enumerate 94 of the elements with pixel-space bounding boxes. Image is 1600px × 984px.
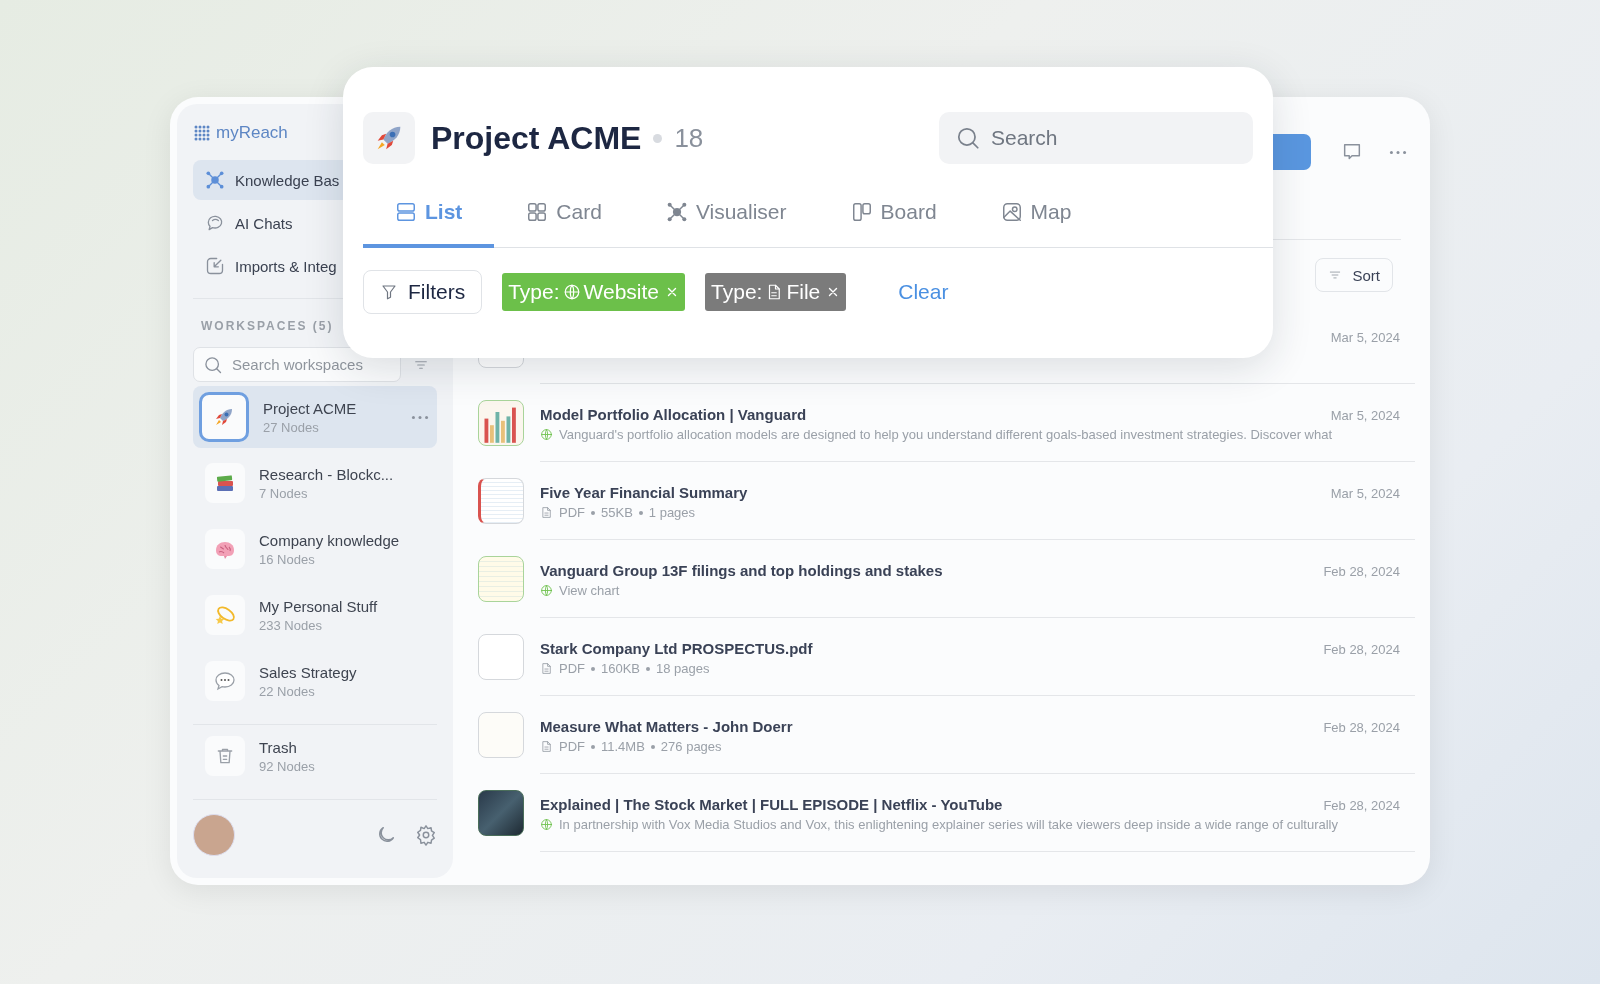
chart-thumbnail (478, 400, 524, 446)
item-date: Feb 28, 2024 (1323, 719, 1400, 735)
workspace-name: Sales Strategy (259, 663, 358, 681)
spreadsheet-thumbnail (478, 478, 524, 524)
node-count: 233 Nodes (259, 617, 323, 633)
file-icon (540, 740, 553, 753)
item-date: Mar 5, 2024 (1330, 485, 1400, 501)
separator-dot (591, 510, 595, 515)
separator-dot (591, 666, 595, 671)
node-count: 92 Nodes (259, 758, 316, 774)
globe-icon (562, 283, 581, 301)
item-date: Mar 5, 2024 (1330, 407, 1400, 423)
board-icon (850, 201, 873, 223)
more-icon (411, 414, 429, 420)
item-date: Feb 28, 2024 (1323, 641, 1400, 657)
file-meta: 160KB (601, 661, 641, 676)
item-title: Vanguard Group 13F filings and top holdings and stakes (540, 562, 943, 579)
item-date: Feb 28, 2024 (1323, 563, 1400, 579)
avatar[interactable] (193, 814, 235, 856)
workspace-item[interactable]: Company knowledge 16 Nodes (193, 518, 437, 580)
item-title: Five Year Financial Summary (540, 484, 748, 501)
table-thumbnail (478, 556, 524, 602)
workspace-item[interactable]: My Personal Stuff 233 Nodes (193, 584, 437, 646)
globe-icon (540, 584, 553, 597)
item-title: Measure What Matters - John Doerr (540, 718, 793, 735)
filter-icon (1328, 268, 1343, 282)
network-icon (205, 170, 225, 190)
view-tab[interactable]: Card (494, 180, 634, 248)
search-icon (203, 355, 223, 375)
search-icon (955, 125, 981, 151)
item-count: 18 (674, 122, 704, 154)
project-title: Project ACME (431, 119, 642, 157)
workspace-item[interactable]: Research - Blockc... 7 Nodes (193, 452, 437, 514)
item-date: Feb 28, 2024 (1323, 797, 1400, 813)
photo-placeholder (478, 790, 524, 836)
workspace-item[interactable]: Trash 92 Nodes (193, 725, 437, 787)
import-icon (205, 256, 225, 276)
book-cover-thumbnail (478, 712, 524, 758)
item-title: Model Portfolio Allocation | Vanguard (540, 406, 808, 423)
sort-button[interactable]: Sort (1315, 258, 1393, 292)
file-meta: PDF (559, 739, 585, 754)
item-description: In partnership with Vox Media Studios and Vox, this enlightening explainer series will take viewers deep inside a wide range of culturally (559, 817, 1338, 832)
item-description: Vanguard's portfolio allocation models are designed to help you understand different goals-based investment strategies. Discover what (559, 427, 1333, 442)
node-count: 27 Nodes (263, 419, 320, 435)
view-tab[interactable]: Map (968, 180, 1104, 248)
workspace-name: Trash (259, 738, 298, 756)
workspace-item[interactable]: Sales Strategy 22 Nodes (193, 650, 437, 712)
item-title: Stark Company Ltd PROSPECTUS.pdf (540, 640, 813, 657)
filters-button[interactable]: Filters (363, 270, 483, 314)
settings-icon (415, 824, 437, 846)
view-tab[interactable]: Board (818, 180, 969, 248)
file-meta: PDF (559, 505, 585, 520)
file-icon (540, 662, 553, 675)
search-field[interactable]: Search workspaces (193, 347, 401, 382)
chat-icon (205, 213, 225, 233)
separator-dot (646, 666, 651, 671)
workspace-name: Project ACME (263, 399, 358, 417)
globe-icon (540, 818, 553, 831)
document-thumbnail (478, 634, 524, 680)
separator-dot (591, 744, 595, 749)
file-meta: 55KB (601, 505, 633, 520)
item-description: View chart (559, 583, 620, 598)
node-count: 16 Nodes (259, 551, 316, 567)
separator-dot (653, 133, 663, 143)
workspace-name: My Personal Stuff (259, 597, 379, 615)
separator-dot (638, 510, 643, 515)
speech-bubble-icon (213, 669, 237, 693)
file-meta: PDF (559, 661, 585, 676)
more-icon (1389, 149, 1407, 155)
file-icon (540, 506, 553, 519)
node-count: 7 Nodes (259, 485, 309, 501)
trash-icon (215, 746, 235, 766)
file-meta: 11.4MB (601, 739, 645, 754)
globe-icon (540, 428, 553, 441)
item-title: Explained | The Stock Market | FULL EPISODE | Netflix - YouTube (540, 796, 1004, 813)
grid-icon (526, 201, 549, 223)
workspace-item[interactable]: Project ACME 27 Nodes (193, 386, 437, 448)
section-heading: WORKSPACES (5) (200, 319, 335, 333)
network-icon (665, 201, 688, 223)
file-meta: 1 pages (648, 505, 696, 520)
workspace-name: Research - Blockc... (259, 465, 395, 483)
separator-dot (650, 744, 655, 749)
node-count: 22 Nodes (259, 683, 316, 699)
filter-chip[interactable]: Type: File (705, 273, 847, 311)
list-icon (395, 201, 417, 223)
filter-icon (380, 283, 398, 301)
search-field[interactable]: Search (939, 112, 1253, 164)
item-date: Mar 5, 2024 (1330, 329, 1400, 345)
app-logo: myReach (216, 123, 288, 143)
file-meta: 276 pages (660, 739, 722, 754)
workspace-name: Company knowledge (259, 531, 401, 549)
view-tab[interactable]: Visualiser (633, 180, 819, 248)
map-icon (1000, 201, 1023, 223)
file-meta: 18 pages (656, 661, 710, 676)
